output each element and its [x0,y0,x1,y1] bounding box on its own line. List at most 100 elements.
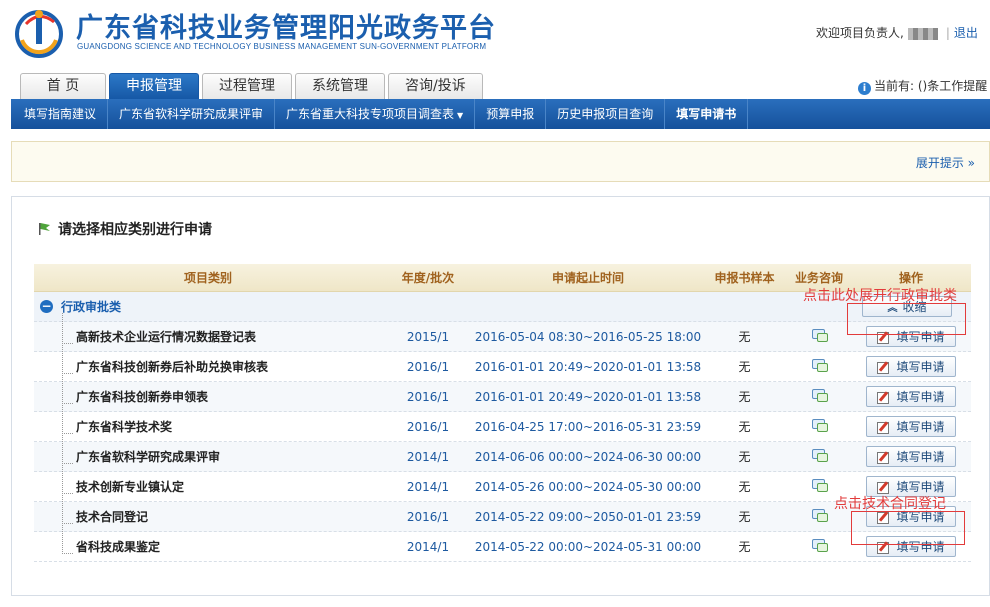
row-sample: 无 [738,360,751,374]
fill-application-button[interactable]: 填写申请 [866,536,956,557]
consult-chat-icon[interactable] [811,358,828,372]
row-category-name: 技术创新专业镇认定 [34,463,382,495]
panel-title-text: 请选择相应类别进行申请 [58,222,212,238]
expand-hint-link[interactable]: 展开提示 » [916,154,975,171]
work-reminder-text: 当前有: ()条工作提醒 [874,79,988,93]
row-batch: 2016/1 [406,359,450,374]
consult-chat-icon[interactable] [811,418,828,432]
consult-chat-icon[interactable] [811,508,828,522]
page-header: 广东省科技业务管理阳光政务平台 GUANGDONG SCIENCE AND TE… [0,0,990,70]
fill-application-label: 填写申请 [896,420,945,434]
panel-title: 请选择相应类别进行申请 [38,219,212,239]
logout-link[interactable]: 退出 [954,26,978,40]
group-label: − 行政审批类 [34,298,847,315]
row-action: 填写申请 [851,416,971,437]
edit-pen-icon [877,481,890,494]
edit-pen-icon [877,541,890,554]
consult-chat-icon[interactable] [811,448,828,462]
fill-application-button[interactable]: 填写申请 [866,326,956,347]
masked-username [907,27,938,40]
platform-subtitle: GUANGDONG SCIENCE AND TECHNOLOGY BUSINES… [77,42,487,51]
edit-pen-icon [877,391,890,404]
table-body: 高新技术企业运行情况数据登记表 2015/1 2016-05-04 08:30~20… [34,313,971,562]
row-period: 2016-01-01 20:49~2020-01-01 13:58 [474,359,702,374]
col-action: 操作 [898,271,923,285]
col-period: 申请起止时间 [551,271,624,285]
table-row: 广东省科技创新券后补助兑换审核表 2016/1 2016-01-01 20:49~2… [34,343,971,382]
tab-system-management[interactable]: 系统管理 [295,73,385,99]
edit-pen-icon [877,331,890,344]
expand-hint-label: 展开提示 [915,156,964,170]
main-tabs: 首 页 申报管理 过程管理 系统管理 咨询/投诉 [20,73,483,99]
tab-process-management[interactable]: 过程管理 [202,73,292,99]
category-panel: 请选择相应类别进行申请 项目类别 年度/批次 申请起止时间 申报书样本 业务咨询… [11,196,990,596]
flag-icon [39,223,50,235]
subnav-budget-application[interactable]: 预算申报 [475,99,547,129]
subnav-history-query[interactable]: 历史申报项目查询 [546,99,666,129]
row-action: 填写申请 [851,356,971,377]
fill-application-label: 填写申请 [896,330,945,344]
row-consult [787,538,851,555]
table-row: 广东省科技创新券申领表 2016/1 2016-01-01 20:49~2020-0… [34,373,971,412]
subnav-major-project-survey[interactable]: 广东省重大科技专项项目调查表 ▼ [275,99,476,129]
hint-bar: 展开提示 » [11,141,990,182]
consult-chat-icon[interactable] [811,538,828,552]
col-sample: 申报书样本 [714,271,775,285]
table-row: 技术创新专业镇认定 2014/1 2014-05-26 00:00~2024-05-… [34,463,971,502]
row-action: 填写申请 [851,536,971,557]
fill-application-button[interactable]: 填写申请 [866,356,956,377]
subnav-major-project-survey-label: 广东省重大科技专项项目调查表 [286,107,455,121]
subnav-fill-application[interactable]: 填写申请书 [665,99,749,129]
row-category-name: 广东省科技创新券后补助兑换审核表 [34,343,382,375]
work-reminder[interactable]: i 当前有: ()条工作提醒 [858,77,987,95]
row-sample: 无 [738,510,751,524]
welcome-text: 欢迎项目负责人, [816,26,904,40]
row-period: 2014-05-26 00:00~2024-05-30 00:00 [474,479,702,494]
row-consult [787,328,851,345]
caret-down-icon: ▼ [457,111,464,120]
welcome-area: 欢迎项目负责人, | 退出 [816,24,978,41]
tab-consult-complaint[interactable]: 咨询/投诉 [388,73,483,99]
row-batch: 2014/1 [406,479,450,494]
table-row: 广东省软科学研究成果评审 2014/1 2014-06-06 00:00~2024-… [34,433,971,472]
row-sample: 无 [738,540,751,554]
row-batch: 2014/1 [406,449,450,464]
fill-application-button[interactable]: 填写申请 [866,446,956,467]
subnav-soft-science-review[interactable]: 广东省软科学研究成果评审 [108,99,276,129]
consult-chat-icon[interactable] [811,328,828,342]
consult-chat-icon[interactable] [811,388,828,402]
row-batch: 2016/1 [406,419,450,434]
row-action: 填写申请 [851,326,971,347]
table-row: 广东省科学技术奖 2016/1 2016-04-25 17:00~2016-05-3… [34,403,971,442]
row-period: 2016-04-25 17:00~2016-05-31 23:59 [474,419,702,434]
fill-application-button[interactable]: 填写申请 [866,416,956,437]
row-consult [787,358,851,375]
tab-application-management[interactable]: 申报管理 [109,73,199,99]
row-batch: 2014/1 [406,539,450,554]
tab-home[interactable]: 首 页 [20,73,106,99]
subnav-guide-suggestion[interactable]: 填写指南建议 [13,99,109,129]
separator: | [945,26,950,40]
fill-application-label: 填写申请 [896,390,945,404]
edit-pen-icon [877,361,890,374]
row-sample: 无 [738,420,751,434]
double-chevron-down-icon: » [967,156,975,170]
row-sample: 无 [738,390,751,404]
row-category-name: 省科技成果鉴定 [34,523,382,555]
col-category: 项目类别 [183,271,232,285]
collapse-minus-icon[interactable]: − [40,300,53,313]
table-row: 高新技术企业运行情况数据登记表 2015/1 2016-05-04 08:30~20… [34,313,971,352]
row-period: 2014-06-06 00:00~2024-06-30 00:00 [474,449,702,464]
row-consult [787,448,851,465]
col-batch: 年度/批次 [401,271,455,285]
fill-application-label: 填写申请 [896,450,945,464]
consult-chat-icon[interactable] [811,478,828,492]
edit-pen-icon [877,421,890,434]
row-batch: 2016/1 [406,389,450,404]
row-action: 填写申请 [851,446,971,467]
fill-application-button[interactable]: 填写申请 [866,386,956,407]
row-sample: 无 [738,330,751,344]
fill-application-label: 填写申请 [896,540,945,554]
row-batch: 2015/1 [406,329,450,344]
row-sample: 无 [738,450,751,464]
